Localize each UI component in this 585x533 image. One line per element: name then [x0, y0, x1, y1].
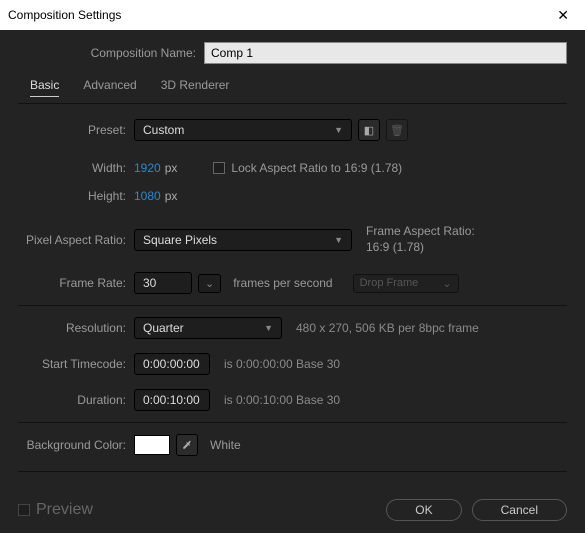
frame-aspect-value: 16:9 (1.78) — [366, 240, 475, 256]
tab-basic[interactable]: Basic — [30, 78, 59, 97]
close-icon[interactable]: ✕ — [549, 3, 577, 28]
duration-label: Duration: — [18, 393, 134, 407]
pixel-aspect-label: Pixel Aspect Ratio: — [18, 233, 134, 247]
chevron-down-icon: ⌄ — [205, 277, 214, 290]
background-color-label: Background Color: — [18, 438, 134, 452]
frame-aspect-label: Frame Aspect Ratio: — [366, 224, 475, 240]
frame-rate-dropdown[interactable]: ⌄ — [198, 274, 221, 293]
eyedropper-icon[interactable] — [176, 434, 198, 456]
preview-checkbox — [18, 504, 30, 516]
resolution-hint: 480 x 270, 506 KB per 8bpc frame — [296, 321, 479, 335]
pixel-aspect-select[interactable]: Square Pixels ▼ — [134, 229, 352, 251]
resolution-select[interactable]: Quarter ▼ — [134, 317, 282, 339]
delete-preset-button: 🗑 — [386, 119, 408, 141]
width-unit: px — [165, 161, 178, 175]
lock-aspect-label: Lock Aspect Ratio to 16:9 (1.78) — [231, 161, 402, 175]
chevron-down-icon: ▼ — [334, 235, 343, 245]
width-label: Width: — [18, 161, 134, 175]
start-timecode-input[interactable]: 0:00:00:00 — [134, 353, 210, 375]
chevron-down-icon: ▼ — [264, 323, 273, 333]
duration-input[interactable]: 0:00:10:00 — [134, 389, 210, 411]
preview-label: Preview — [36, 501, 93, 519]
drop-frame-select: Drop Frame ⌄ — [353, 274, 459, 293]
lock-aspect-checkbox[interactable] — [213, 162, 225, 174]
preset-select[interactable]: Custom ▼ — [134, 119, 352, 141]
duration-hint: is 0:00:10:00 Base 30 — [224, 393, 340, 407]
chevron-down-icon: ▼ — [334, 125, 343, 135]
resolution-label: Resolution: — [18, 321, 134, 335]
frame-rate-input[interactable]: 30 — [134, 272, 192, 294]
tab-3d-renderer[interactable]: 3D Renderer — [161, 78, 230, 97]
height-value[interactable]: 1080 — [134, 189, 161, 203]
background-color-name: White — [210, 438, 241, 452]
tab-advanced[interactable]: Advanced — [83, 78, 136, 97]
frame-rate-label: Frame Rate: — [18, 276, 134, 290]
ok-button[interactable]: OK — [386, 499, 461, 521]
start-timecode-label: Start Timecode: — [18, 357, 134, 371]
start-timecode-hint: is 0:00:00:00 Base 30 — [224, 357, 340, 371]
composition-name-input[interactable] — [204, 42, 567, 64]
composition-name-label: Composition Name: — [18, 46, 204, 60]
chevron-down-icon: ⌄ — [442, 277, 451, 290]
fps-label: frames per second — [233, 276, 332, 290]
height-unit: px — [165, 189, 178, 203]
title-bar: Composition Settings ✕ — [0, 0, 585, 30]
window-title: Composition Settings — [8, 8, 121, 22]
background-color-swatch[interactable] — [134, 435, 170, 455]
width-value[interactable]: 1920 — [134, 161, 161, 175]
cancel-button[interactable]: Cancel — [472, 499, 567, 521]
height-label: Height: — [18, 189, 134, 203]
preset-label: Preset: — [18, 123, 134, 137]
save-preset-button[interactable]: ◧ — [358, 119, 380, 141]
